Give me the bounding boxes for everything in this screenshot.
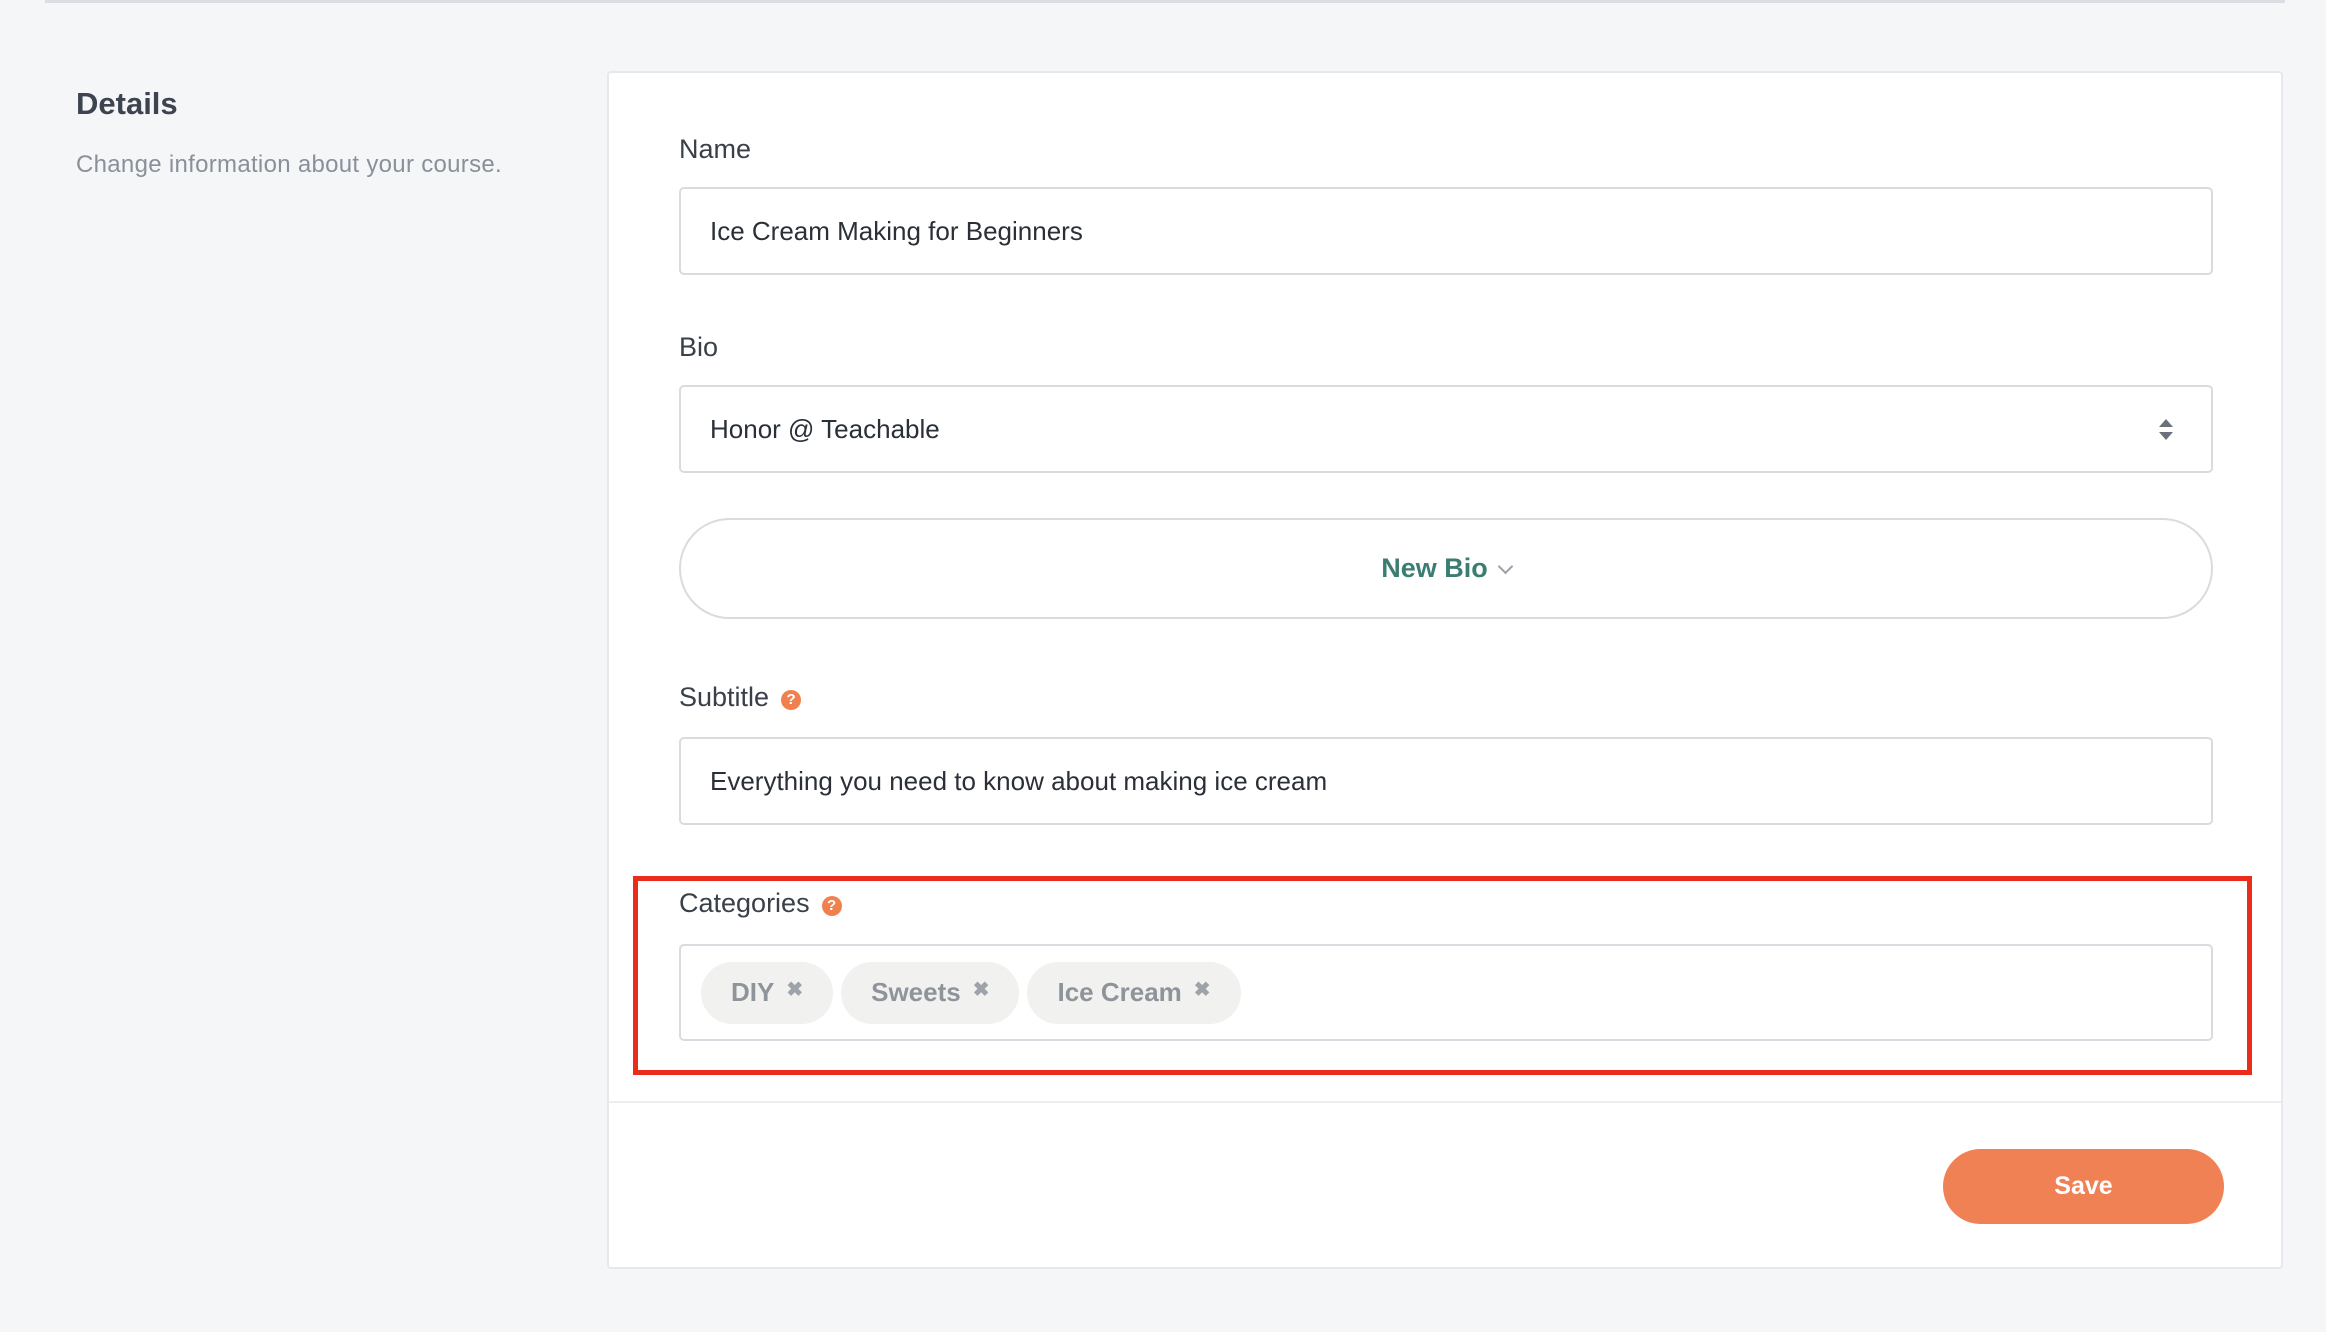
remove-tag-icon[interactable]: ✖ [1194,977,1211,1002]
card-footer-divider [609,1101,2281,1103]
bio-select[interactable]: Honor @ Teachable [679,385,2213,473]
new-bio-label: New Bio [1381,553,1488,583]
name-input[interactable]: Ice Cream Making for Beginners [679,187,2213,275]
categories-label: Categories ? [679,888,842,919]
subtitle-input[interactable]: Everything you need to know about making… [679,737,2213,825]
bio-select-value: Honor @ Teachable [710,413,940,444]
help-circle-icon[interactable]: ? [781,689,802,710]
subtitle-input-value: Everything you need to know about making… [710,765,1328,796]
top-divider [45,0,2285,3]
help-circle-icon[interactable]: ? [821,895,842,916]
name-label-text: Name [679,134,752,164]
details-card: Name Ice Cream Making for Beginners Bio … [607,71,2283,1269]
remove-tag-icon[interactable]: ✖ [973,977,990,1002]
category-tag[interactable]: Ice Cream ✖ [1027,961,1241,1024]
category-tag-label: Ice Cream [1057,977,1182,1007]
category-tag-label: DIY [731,977,775,1007]
categories-input[interactable]: DIY ✖ Sweets ✖ Ice Cream ✖ [679,944,2213,1041]
category-tag[interactable]: Sweets ✖ [841,961,1020,1024]
bio-label-text: Bio [679,332,719,362]
category-tag-label: Sweets [871,977,961,1007]
remove-tag-icon[interactable]: ✖ [786,977,803,1002]
new-bio-button[interactable]: New Bio [679,518,2213,619]
categories-label-text: Categories [679,888,810,918]
subtitle-label-text: Subtitle [679,682,770,712]
subtitle-label: Subtitle ? [679,682,802,713]
name-label: Name [679,134,751,165]
section-description: Change information about your course. [76,151,503,178]
section-title: Details [76,86,178,121]
bio-label: Bio [679,332,718,363]
select-arrows-icon [2159,419,2173,441]
save-button[interactable]: Save [1943,1149,2224,1224]
name-input-value: Ice Cream Making for Beginners [710,215,1083,246]
category-tag[interactable]: DIY ✖ [701,961,834,1024]
chevron-down-icon [1497,558,1514,575]
